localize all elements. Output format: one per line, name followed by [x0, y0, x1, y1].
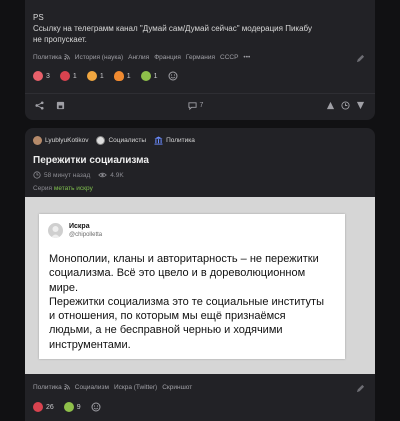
- post-title[interactable]: Пережитки социализма: [33, 155, 149, 166]
- tag-ussr[interactable]: СССР: [220, 54, 238, 61]
- community-name: Социалисты: [108, 137, 147, 144]
- tag-france[interactable]: Франция: [154, 54, 181, 61]
- edit-pencil-icon[interactable]: [356, 384, 365, 393]
- tweet-author-name: Искра: [69, 223, 90, 230]
- tag-politics[interactable]: Политика: [33, 384, 70, 391]
- post-tags: Политика История (наука) Англия Франция …: [33, 54, 250, 61]
- comments-icon[interactable]: [187, 101, 197, 110]
- tweet-avatar: [48, 223, 63, 238]
- clapping-hands-icon: [86, 71, 97, 81]
- post-header: LyublyuKotikov Социалисты Политика: [33, 136, 195, 145]
- share-icon[interactable]: [35, 101, 44, 110]
- tag-england[interactable]: Англия: [128, 54, 149, 61]
- laughing-face-icon: [33, 71, 43, 81]
- series-link[interactable]: метать искру: [54, 185, 93, 192]
- tweet-author-handle: @chipolletta: [69, 232, 103, 238]
- community-avatar: [96, 136, 106, 145]
- post-text-ps: PS: [33, 13, 44, 22]
- save-icon[interactable]: [56, 101, 65, 110]
- tag-politics[interactable]: Политика: [33, 54, 70, 61]
- reaction-count: 9: [76, 403, 81, 411]
- reaction-clapping[interactable]: 1: [86, 71, 104, 81]
- reaction-count: 1: [72, 72, 77, 80]
- community-link[interactable]: Социалисты: [96, 136, 146, 145]
- author-link[interactable]: LyublyuKotikov: [33, 136, 88, 145]
- tweet-text: Монополии, кланы и авторитарность – не п…: [49, 253, 324, 351]
- angry-face-icon: [33, 402, 43, 412]
- reaction-count: 1: [153, 72, 158, 80]
- tweet-screenshot: Искра @chipolletta Монополии, кланы и ав…: [39, 214, 345, 359]
- post-time: 58 минут назад: [44, 171, 91, 179]
- views-count: 4.9K: [110, 171, 124, 179]
- rss-icon: [64, 54, 70, 60]
- post-card-1: PS Ссылку на телеграмм канал "Думай сам/…: [25, 0, 375, 120]
- edit-pencil-icon[interactable]: [356, 54, 365, 63]
- reaction-vomiting[interactable]: 9: [63, 402, 81, 412]
- tags-more-button[interactable]: •••: [243, 54, 250, 61]
- tag-screenshot[interactable]: Скриншот: [162, 384, 192, 391]
- post1-reactions: 3 1 1 1 1: [33, 71, 178, 81]
- post2-reactions: 26 9: [33, 402, 101, 412]
- post-image[interactable]: Искра @chipolletta Монополии, кланы и ав…: [25, 197, 375, 374]
- clock-icon: [33, 171, 41, 179]
- divider: [25, 93, 375, 94]
- vomiting-face-icon: [63, 402, 74, 412]
- category-name: Политика: [166, 137, 195, 144]
- reaction-angry[interactable]: 1: [59, 71, 77, 81]
- post-card-2: LyublyuKotikov Социалисты Политика Переж…: [25, 128, 375, 421]
- author-name: LyublyuKotikov: [45, 137, 89, 144]
- comments-count: 7: [199, 102, 204, 109]
- upvote-icon[interactable]: [326, 101, 335, 110]
- clock-icon: [341, 101, 350, 110]
- add-reaction-icon[interactable]: [168, 71, 178, 81]
- tag-history[interactable]: История (наука): [75, 54, 123, 61]
- series-label: Серия: [33, 185, 53, 192]
- reaction-count: 1: [126, 72, 131, 80]
- reaction-laughing[interactable]: 3: [33, 71, 50, 81]
- rss-icon: [64, 384, 70, 390]
- add-reaction-icon[interactable]: [91, 402, 101, 412]
- reaction-count: 26: [46, 403, 54, 411]
- reaction-fire[interactable]: 1: [113, 71, 131, 81]
- reaction-angry[interactable]: 26: [33, 402, 54, 412]
- downvote-icon[interactable]: [356, 101, 365, 110]
- fire-icon: [113, 71, 124, 81]
- post-text-line-1: Ссылку на телеграмм канал "Думай сам/Дум…: [33, 24, 312, 33]
- post1-actions: 7: [35, 101, 365, 110]
- post2-tags: Политика Социализм Искра (Twitter) Скрин…: [33, 384, 192, 391]
- government-building-icon: [154, 136, 163, 145]
- series-info: Серия метать искру: [33, 185, 93, 192]
- angry-face-icon: [59, 71, 70, 81]
- post-text-line-2: не пропускает.: [33, 35, 87, 44]
- reaction-count: 3: [46, 72, 50, 80]
- category-link[interactable]: Политика: [154, 136, 195, 145]
- vomiting-face-icon: [140, 71, 151, 81]
- reaction-vomiting[interactable]: 1: [140, 71, 158, 81]
- reaction-count: 1: [99, 72, 104, 80]
- post-meta: 58 минут назад 4.9K: [33, 171, 124, 179]
- tag-germany[interactable]: Германия: [186, 54, 215, 61]
- tag-socialism[interactable]: Социализм: [75, 384, 109, 391]
- eye-icon: [98, 172, 108, 178]
- tag-iskra-twitter[interactable]: Искра (Twitter): [114, 384, 157, 391]
- avatar: [33, 136, 42, 145]
